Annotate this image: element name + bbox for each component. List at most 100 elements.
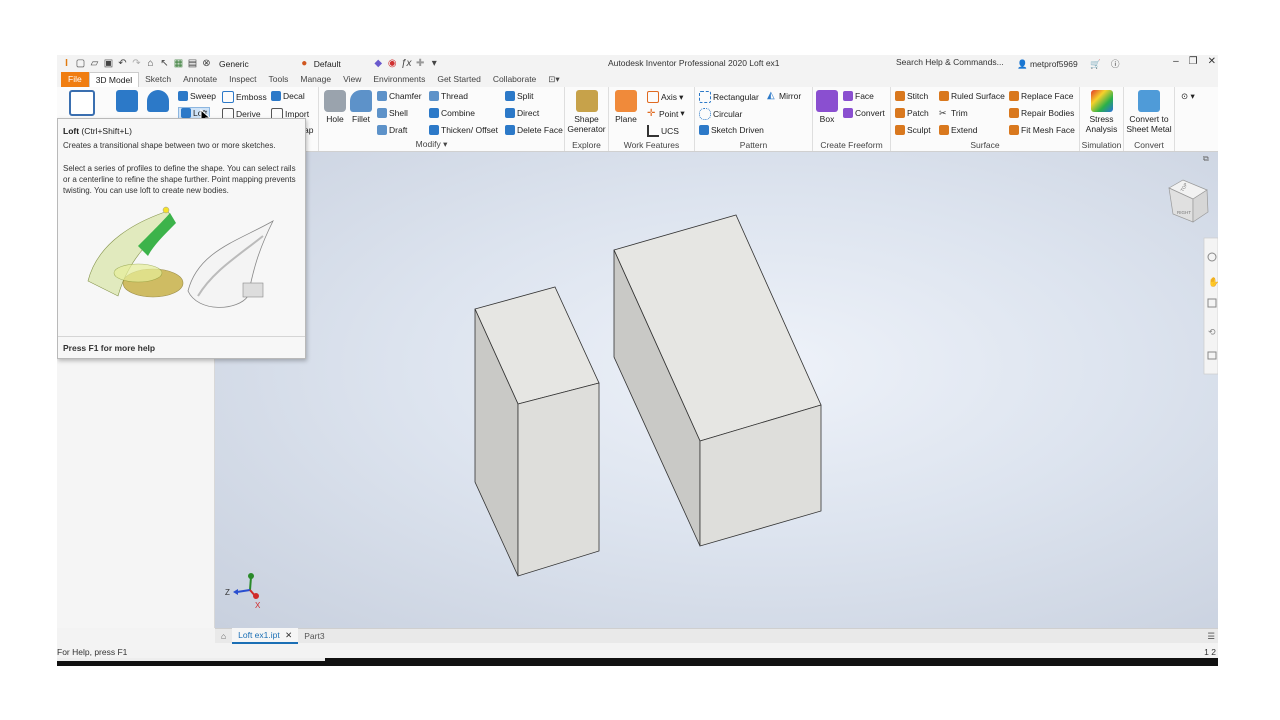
cart-icon[interactable]: 🛒 [1090,59,1101,69]
ruled-surface-button[interactable]: Ruled Surface [939,91,1005,101]
replace-face-label: Replace Face [1021,91,1074,101]
tab-manage[interactable]: Manage [294,72,337,87]
appearance-select[interactable]: Default [314,59,341,69]
box-body-large[interactable] [613,214,822,547]
properties-icon[interactable]: ▤ [187,58,198,69]
stitch-icon [895,91,905,101]
shell-button[interactable]: Shell [377,108,408,118]
delete-face-button[interactable]: Delete Face [505,125,563,135]
clear-override-icon[interactable]: ◉ [387,58,398,69]
redo-icon[interactable]: ↷ [131,58,142,69]
delete-face-icon [505,125,515,135]
open-file-icon[interactable]: ▱ [89,58,100,69]
replace-face-button[interactable]: Replace Face [1009,91,1073,101]
combine-button[interactable]: Combine [429,108,475,118]
rectangular-pattern-button[interactable]: Rectangular [699,91,759,103]
user-account[interactable]: 👤 metprof5969 🛒 ⓘ [1017,58,1120,70]
tab-sketch[interactable]: Sketch [139,72,177,87]
doc-tab-loft-ex1[interactable]: Loft ex1.ipt ✕ [232,628,299,644]
sculpt-button[interactable]: Sculpt [895,125,931,135]
axis-button[interactable]: Axis ▾ [647,91,683,103]
draft-button[interactable]: Draft [377,125,407,135]
tab-inspect[interactable]: Inspect [223,72,262,87]
ribbon-expand-button[interactable]: ⊙ ▾ [1181,91,1195,102]
title-bar: I ▢ ▱ ▣ ↶ ↷ ⌂ ↖ ▦ ▤ ⊗ Generic ● Default … [57,55,1218,72]
restore-icon[interactable]: ❐ [1189,56,1198,67]
new-file-icon[interactable]: ▢ [75,58,86,69]
tab-environments[interactable]: Environments [367,72,431,87]
split-button[interactable]: Split [505,91,534,101]
shape-generator-button[interactable]: Shape Generator [567,90,606,134]
save-icon[interactable]: ▣ [103,58,114,69]
trim-button[interactable]: ✂ Trim [939,108,968,118]
thicken-offset-button[interactable]: Thicken/ Offset [429,125,498,135]
adjust-icon[interactable]: ◆ [373,58,384,69]
tab-annotate[interactable]: Annotate [177,72,223,87]
start-2d-sketch-button[interactable] [69,90,95,118]
patch-button[interactable]: Patch [895,108,929,118]
stitch-button[interactable]: Stitch [895,91,928,101]
revolve-button[interactable] [145,90,171,114]
stress-analysis-button[interactable]: Stress Analysis [1082,90,1121,134]
convert-sheet-metal-button[interactable]: Convert to Sheet Metal [1125,90,1173,134]
repair-bodies-button[interactable]: Repair Bodies [1009,108,1074,118]
home-icon[interactable]: ⌂ [145,58,156,69]
box-body-small[interactable] [474,286,600,577]
chamfer-button[interactable]: Chamfer [377,91,422,101]
coordinate-triad: Z X [225,573,261,610]
mirror-button[interactable]: ◭ Mirror [767,91,801,102]
sweep-button[interactable]: Sweep [178,91,216,101]
panel-convert: Convert to Sheet Metal Convert [1124,87,1175,151]
plus-icon[interactable]: ✚ [415,58,426,69]
point-button[interactable]: ✛ Point ▾ [647,108,685,119]
tabs-menu-icon[interactable]: ☰ [1207,631,1218,642]
freeform-convert-button[interactable]: Convert [843,108,885,118]
sketch-driven-button[interactable]: Sketch Driven [699,125,764,135]
viewcube-right-label: RIGHT [1177,210,1191,215]
customize-qat-icon[interactable]: ▾ [429,58,440,69]
material-clear-icon[interactable]: ⊗ [201,58,212,69]
tab-get-started[interactable]: Get Started [431,72,486,87]
material-select[interactable]: Generic [219,59,249,69]
circular-pattern-button[interactable]: Circular [699,108,742,120]
ucs-button[interactable]: UCS [647,125,679,137]
select-icon[interactable]: ↖ [159,58,170,69]
doc-tab-part3[interactable]: Part3 [298,629,330,643]
close-icon[interactable]: ✕ [1208,56,1216,67]
inventor-logo-icon[interactable]: I [61,58,72,69]
viewcube[interactable]: TOP RIGHT [1168,179,1209,223]
draft-icon [377,125,387,135]
decal-button[interactable]: Decal [271,91,305,101]
extrude-button[interactable] [114,90,140,114]
thread-button[interactable]: Thread [429,91,468,101]
hole-button[interactable]: Hole [322,90,348,124]
undo-icon[interactable]: ↶ [117,58,128,69]
graphics-viewport[interactable]: Z X TOP RIGHT ✋ ⟲ ⧉ [215,152,1218,628]
viewport-maximize-icon[interactable]: ⧉ [1203,154,1209,163]
tab-file[interactable]: File [61,72,89,87]
plane-button[interactable]: Plane [611,90,641,124]
appearance-sphere-icon[interactable]: ● [299,58,310,69]
fit-mesh-face-button[interactable]: Fit Mesh Face [1009,125,1075,135]
pan-icon[interactable]: ✋ [1208,276,1218,287]
tab-view[interactable]: View [337,72,367,87]
help-icon[interactable]: ⓘ [1111,59,1120,69]
fillet-button[interactable]: Fillet [348,90,374,124]
tab-tools[interactable]: Tools [263,72,295,87]
update-icon[interactable]: ▦ [173,58,184,69]
direct-button[interactable]: Direct [505,108,539,118]
freeform-face-button[interactable]: Face [843,91,874,101]
emboss-button[interactable]: Emboss [222,91,267,103]
orbit-icon[interactable]: ⟲ [1208,327,1216,337]
ribbon-options-icon[interactable]: ⊡▾ [542,72,565,87]
tab-3d-model[interactable]: 3D Model [88,72,140,87]
close-tab-icon[interactable]: ✕ [285,630,292,640]
freeform-box-button[interactable]: Box [815,90,839,124]
extend-button[interactable]: Extend [939,125,977,135]
tab-collaborate[interactable]: Collaborate [487,72,542,87]
help-search-input[interactable]: Search Help & Commands... [896,57,1008,69]
minimize-icon[interactable]: – [1173,56,1179,67]
parameters-fx-icon[interactable]: ƒx [401,58,412,69]
home-tab-icon[interactable]: ⌂ [215,629,232,643]
panel-modify-label[interactable]: Modify ▾ [309,139,554,150]
